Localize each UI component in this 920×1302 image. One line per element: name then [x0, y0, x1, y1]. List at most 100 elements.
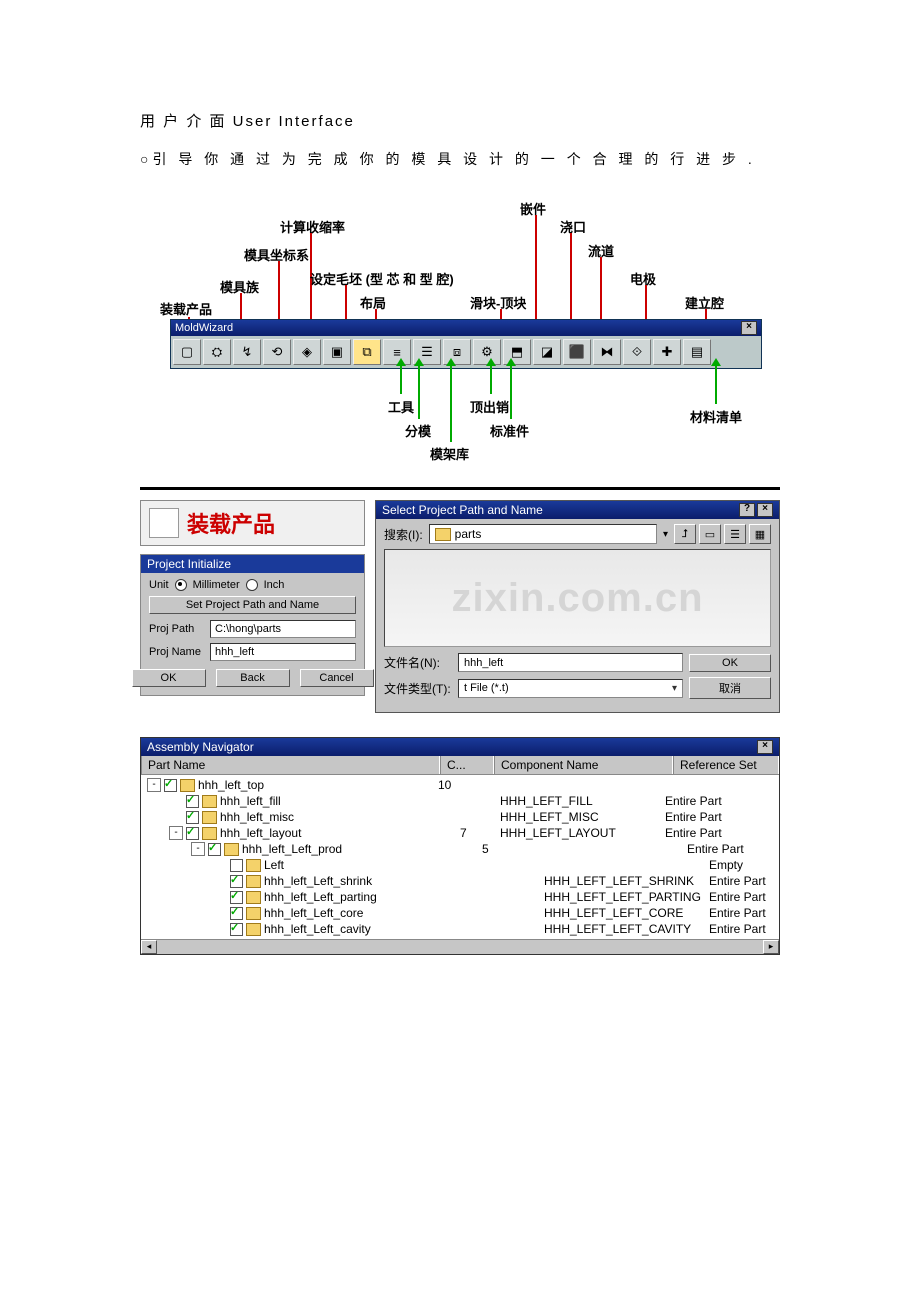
pi-ok-button[interactable]: OK [132, 669, 206, 687]
reference-set-cell: Entire Part [709, 890, 779, 904]
unit-row: Unit Millimeter Inch [149, 579, 356, 591]
radio-inch[interactable] [246, 579, 258, 591]
reference-set-cell: Entire Part [665, 810, 779, 824]
tb-icon-15[interactable]: ⧓ [593, 339, 621, 365]
table-row[interactable]: hhh_left_Left_shrinkHHH_LEFT_LEFT_SHRINK… [141, 873, 779, 889]
tb-icon-16[interactable]: ⟐ [623, 339, 651, 365]
list-view-icon[interactable]: ☰ [724, 524, 746, 544]
node-icon [202, 795, 217, 808]
tree-expand-icon[interactable]: - [191, 842, 205, 856]
row-checkbox[interactable] [208, 843, 221, 856]
toolbar-close-icon[interactable]: × [741, 321, 757, 335]
part-name-text: hhh_left_Left_cavity [264, 922, 371, 936]
tb-icon-2[interactable]: ⛭ [203, 339, 231, 365]
label-parting: 分模 [405, 421, 431, 440]
table-row[interactable]: -hhh_left_Left_prod5Entire Part [141, 841, 779, 857]
pi-back-button[interactable]: Back [216, 669, 290, 687]
tree-expand-icon[interactable]: - [147, 778, 161, 792]
radio-millimeter[interactable] [175, 579, 187, 591]
file-list-area[interactable]: zixin.com.cn [384, 549, 771, 647]
reference-set-cell: Entire Part [709, 874, 779, 888]
search-folder-combo[interactable]: parts [429, 524, 657, 544]
up-folder-icon[interactable]: ⮥ [674, 524, 696, 544]
row-checkbox[interactable] [230, 891, 243, 904]
node-icon [202, 811, 217, 824]
tb-icon-6[interactable]: ▣ [323, 339, 351, 365]
component-name-cell: HHH_LEFT_LEFT_CORE [544, 906, 709, 920]
filetype-label: 文件类型(T): [384, 680, 452, 697]
moldwizard-diagram: 装载产品 模具族 模具坐标系 计算收缩率 设定毛坯 (型 芯 和 型 腔) 布局… [140, 189, 780, 469]
reference-set-cell: Entire Part [709, 922, 779, 936]
part-name-text: hhh_left_fill [220, 794, 281, 808]
tb-icon-17[interactable]: ✚ [653, 339, 681, 365]
close-icon[interactable]: × [757, 503, 773, 517]
filedlg-cancel-button[interactable]: 取消 [689, 677, 771, 699]
tb-icon-3[interactable]: ↯ [233, 339, 261, 365]
tb-icon-14[interactable]: ⬛ [563, 339, 591, 365]
page-intro: ○引 导 你 通 过 为 完 成 你 的 模 具 设 计 的 一 个 合 理 的… [140, 149, 780, 169]
table-row[interactable]: LeftEmpty [141, 857, 779, 873]
load-product-title: 装载产品 [187, 507, 275, 539]
asm-body: -hhh_left_top10hhh_left_fillHHH_LEFT_FIL… [141, 775, 779, 939]
radio-inch-label: Inch [264, 579, 285, 591]
set-path-button[interactable]: Set Project Path and Name [149, 596, 356, 614]
part-name-text: hhh_left_top [198, 778, 264, 792]
filename-input[interactable]: hhh_left [458, 653, 683, 672]
col-count[interactable]: C... [440, 756, 494, 774]
row-checkbox[interactable] [230, 907, 243, 920]
tb-icon-13[interactable]: ◪ [533, 339, 561, 365]
label-moldbase: 模架库 [430, 444, 469, 463]
node-icon [224, 843, 239, 856]
row-checkbox[interactable] [186, 811, 199, 824]
toolbar-title-text: MoldWizard [175, 322, 233, 334]
pi-cancel-button[interactable]: Cancel [300, 669, 374, 687]
reference-set-cell: Entire Part [687, 842, 779, 856]
part-name-text: hhh_left_misc [220, 810, 294, 824]
tb-icon-18[interactable]: ▤ [683, 339, 711, 365]
label-tool: 工具 [388, 397, 414, 416]
detail-view-icon[interactable]: ▦ [749, 524, 771, 544]
asm-scrollbar[interactable]: ◂ ▸ [141, 939, 779, 954]
tb-icon-1[interactable]: ▢ [173, 339, 201, 365]
table-row[interactable]: hhh_left_fillHHH_LEFT_FILLEntire Part [141, 793, 779, 809]
filename-label: 文件名(N): [384, 654, 452, 671]
table-row[interactable]: hhh_left_Left_coreHHH_LEFT_LEFT_COREEnti… [141, 905, 779, 921]
page-heading: 用 户 介 面 User Interface [140, 110, 780, 131]
new-folder-icon[interactable]: ▭ [699, 524, 721, 544]
scroll-left-icon[interactable]: ◂ [141, 940, 157, 954]
component-name-cell: HHH_LEFT_MISC [500, 810, 665, 824]
proj-name-label: Proj Name [149, 646, 204, 658]
col-part-name[interactable]: Part Name [141, 756, 440, 774]
tb-icon-5[interactable]: ◈ [293, 339, 321, 365]
tb-icon-4[interactable]: ⟲ [263, 339, 291, 365]
filetype-combo[interactable]: t File (*.t) [458, 679, 683, 698]
file-dialog: Select Project Path and Name ? × 搜索(I): … [375, 500, 780, 713]
table-row[interactable]: hhh_left_Left_partingHHH_LEFT_LEFT_PARTI… [141, 889, 779, 905]
row-checkbox[interactable] [186, 827, 199, 840]
table-row[interactable]: -hhh_left_layout7HHH_LEFT_LAYOUTEntire P… [141, 825, 779, 841]
row-checkbox[interactable] [186, 795, 199, 808]
component-name-cell: HHH_LEFT_LAYOUT [500, 826, 665, 840]
table-row[interactable]: -hhh_left_top10 [141, 777, 779, 793]
asm-close-icon[interactable]: × [757, 740, 773, 754]
row-checkbox[interactable] [230, 923, 243, 936]
col-reference-set[interactable]: Reference Set [673, 756, 779, 774]
proj-path-field[interactable]: C:\hong\parts [210, 620, 356, 638]
component-name-cell: HHH_LEFT_LEFT_PARTING [544, 890, 709, 904]
scroll-right-icon[interactable]: ▸ [763, 940, 779, 954]
help-icon[interactable]: ? [739, 503, 755, 517]
tree-expand-icon[interactable]: - [169, 826, 183, 840]
table-row[interactable]: hhh_left_misc HHH_LEFT_MISCEntire Part [141, 809, 779, 825]
proj-name-field[interactable]: hhh_left [210, 643, 356, 661]
moldwizard-toolbar-window: MoldWizard × ▢ ⛭ ↯ ⟲ ◈ ▣ ⧉ ≡ ☰ ⧈ ⚙ ⬒ ◪ ⬛… [170, 319, 762, 369]
filedlg-ok-button[interactable]: OK [689, 654, 771, 672]
row-checkbox[interactable] [164, 779, 177, 792]
tb-icon-7[interactable]: ⧉ [353, 339, 381, 365]
part-name-text: Left [264, 858, 284, 872]
section-divider [140, 487, 780, 490]
row-checkbox[interactable] [230, 875, 243, 888]
table-row[interactable]: hhh_left_Left_cavityHHH_LEFT_LEFT_CAVITY… [141, 921, 779, 937]
asm-title-text: Assembly Navigator [147, 740, 254, 754]
col-component-name[interactable]: Component Name [494, 756, 673, 774]
row-checkbox[interactable] [230, 859, 243, 872]
